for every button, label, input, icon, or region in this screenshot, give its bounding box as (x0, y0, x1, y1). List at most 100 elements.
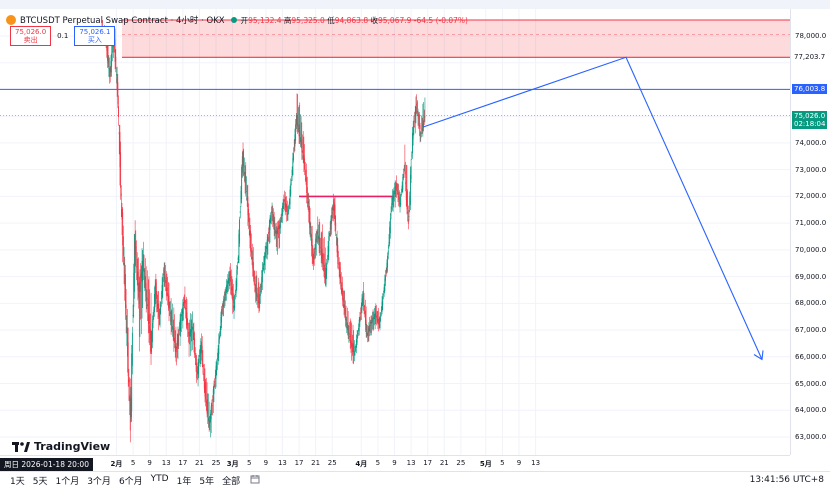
candle-body (279, 219, 281, 229)
price-tick: 68,000.0 (795, 299, 827, 308)
bottom-toolbar: 1天 5天 1个月 3个月 6个月 YTD 1年 5年 全部 13:41:56 UTC+8 (0, 471, 830, 489)
candle-body (188, 331, 190, 337)
candle-body (271, 211, 273, 213)
candle-body (219, 335, 220, 340)
candlestick-chart[interactable] (0, 9, 790, 455)
candle-body (158, 303, 160, 318)
candle-body (392, 196, 394, 200)
time-tick: 4月 (355, 460, 368, 468)
candle-body (304, 171, 306, 173)
timeframe-button[interactable]: YTD (151, 474, 169, 487)
candle-body (234, 294, 236, 295)
timeframe-button[interactable]: 3个月 (87, 474, 111, 487)
timeframe-button[interactable]: 5天 (33, 474, 48, 487)
candle-body (313, 252, 315, 254)
candle-body (423, 118, 425, 121)
candle-body (132, 315, 134, 317)
timeframe-list: 1天 5天 1个月 3个月 6个月 YTD 1年 5年 全部 (10, 474, 248, 487)
candle-body (256, 293, 258, 297)
candle-body (356, 335, 358, 343)
time-tick: 17 (294, 459, 304, 467)
candle-body (118, 106, 119, 118)
candle-body (224, 293, 226, 296)
candle-body (337, 245, 339, 264)
candle-body (128, 379, 130, 383)
price-tick: 64,000.0 (795, 406, 827, 415)
candle-body (136, 266, 137, 268)
candle-body (385, 271, 387, 273)
time-tick: 13 (161, 459, 171, 467)
timeframe-button[interactable]: 1年 (177, 474, 192, 487)
candle-body (360, 312, 362, 314)
candle-body (166, 287, 168, 292)
time-tick: 5 (375, 459, 381, 467)
candle-body (116, 74, 117, 76)
candle-body (171, 316, 173, 327)
time-tick: 13 (406, 459, 416, 467)
candle-body (348, 332, 350, 335)
timeframe-button[interactable]: 全部 (222, 474, 240, 487)
tradingview-logo[interactable]: TradingView (12, 440, 110, 453)
candle-body (409, 174, 411, 205)
sell-button[interactable]: 75,026.0 卖出 (10, 26, 52, 46)
candle-body (204, 381, 206, 397)
timeframe-button[interactable]: 5年 (199, 474, 214, 487)
candle-body (424, 116, 426, 118)
price-tick: 74,000.0 (795, 138, 827, 147)
candle-body (123, 263, 125, 266)
symbol-title[interactable]: BTCUSDT Perpetual Swap Contract · 4小时 · … (20, 14, 225, 26)
calendar-icon[interactable] (250, 474, 260, 487)
price-tick: 69,000.0 (795, 272, 827, 281)
candle-body (313, 253, 315, 264)
candle-body (194, 338, 196, 355)
candle-body (142, 254, 144, 271)
candle-body (335, 222, 337, 231)
candle-body (396, 182, 398, 191)
candle-body (394, 186, 396, 195)
time-tick: 9 (392, 459, 397, 467)
candle-body (408, 216, 410, 217)
candle-body (151, 322, 153, 343)
candle-body (221, 309, 223, 323)
candle-body (342, 297, 344, 303)
time-axis[interactable]: 2月 5 9 13 17 21 25 3月 5 9 13 17 21 25 4月 5 9 13 17 21 25 5月 5 9… (0, 455, 790, 471)
price-axis[interactable]: 78,000.0 74,000.0 73,000.0 72,000.0 71,000.0… (790, 9, 830, 455)
candle-body (250, 247, 252, 254)
clock[interactable]: 13:41:56 UTC+8 (750, 475, 824, 485)
time-tick: 25 (327, 459, 337, 467)
candle-body (225, 285, 227, 294)
candle-body (357, 333, 359, 335)
buy-button[interactable]: 75,026.1 买入 (74, 26, 116, 46)
candle-body (353, 350, 355, 352)
candle-body (418, 114, 420, 127)
candle-body (295, 124, 297, 141)
timeframe-button[interactable]: 6个月 (119, 474, 143, 487)
candle-body (262, 267, 264, 269)
candle-body (107, 57, 109, 64)
candle-body (255, 287, 257, 294)
time-tick: 9 (516, 459, 522, 467)
candle-body (407, 219, 409, 224)
time-tick: 25 (456, 459, 466, 467)
timeframe-button[interactable]: 1个月 (55, 474, 79, 487)
candle-body (270, 216, 272, 218)
chart-legend: BTCUSDT Perpetual Swap Contract · 4小时 · … (6, 14, 468, 26)
candle-body (163, 269, 165, 277)
price-tick: 72,000.0 (795, 192, 827, 201)
candle-body (156, 300, 158, 304)
candle-body (413, 125, 415, 127)
candle-body (402, 177, 404, 190)
timeframe-button[interactable]: 1天 (10, 474, 25, 487)
candle-body (216, 358, 218, 360)
time-tick: 2月 (110, 460, 123, 468)
candle-body (326, 263, 328, 271)
candle-body (382, 294, 384, 296)
candle-body (186, 312, 188, 326)
candle-body (120, 193, 122, 196)
candle-body (246, 191, 247, 193)
projection-path (423, 56, 763, 360)
candle-body (192, 327, 193, 330)
chart-pane[interactable]: BTCUSDT Perpetual Swap Contract · 4小时 · … (0, 9, 790, 455)
candle-body (379, 317, 381, 328)
candle-body (331, 212, 333, 214)
